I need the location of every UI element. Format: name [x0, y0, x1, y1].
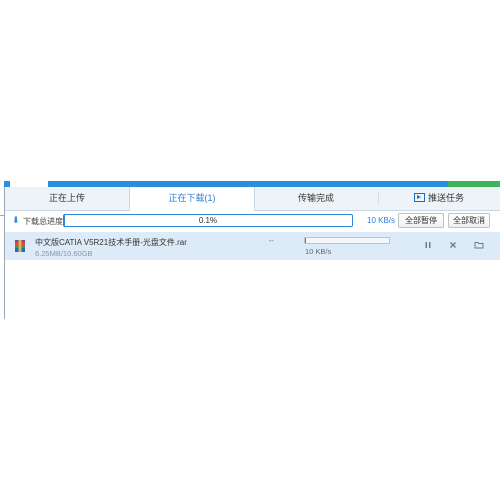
pause-all-button[interactable]: 全部暂停: [398, 213, 444, 228]
push-task-icon: [413, 193, 425, 203]
item-progress-bar: [304, 237, 390, 244]
download-list-item[interactable]: 中文版CATIA V5R21技术手册-光盘文件.rar 6.25MB/10.60…: [5, 232, 500, 260]
total-progress-percent: 0.1%: [198, 216, 218, 225]
close-icon[interactable]: [447, 239, 459, 251]
total-speed: 10 KB/s: [367, 216, 396, 225]
tab-push-task[interactable]: 推送任务: [378, 187, 500, 210]
total-progress-row: ⬇ 下载总进度 0.1% 10 KB/s 全部暂停 全部取消: [5, 211, 500, 231]
tab-push-task-label: 推送任务: [427, 193, 464, 203]
transfer-tab-bar: 正在上传 正在下载(1) 传输完成 推送任务: [5, 187, 500, 211]
left-frame-mark: [0, 215, 4, 222]
time-remaining: --: [269, 238, 274, 245]
download-arrow-icon: ⬇: [12, 215, 20, 225]
tab-downloading[interactable]: 正在下载(1): [129, 187, 255, 211]
tab-uploading[interactable]: 正在上传: [5, 187, 129, 210]
tab-uploading-label: 正在上传: [48, 193, 85, 203]
total-progress-bar: 0.1%: [63, 214, 353, 227]
file-name: 中文版CATIA V5R21技术手册-光盘文件.rar: [35, 238, 187, 247]
tab-completed-label: 传输完成: [297, 193, 334, 203]
cancel-all-button[interactable]: 全部取消: [448, 213, 490, 228]
rar-file-icon: [15, 240, 25, 252]
total-progress-label: 下载总进度: [23, 217, 63, 226]
folder-icon[interactable]: [473, 239, 485, 251]
tab-downloading-label: 正在下载(1): [168, 193, 216, 203]
pause-icon[interactable]: [422, 239, 434, 251]
file-size: 6.25MB/10.60GB: [35, 249, 93, 258]
item-speed: 10 KB/s: [305, 247, 332, 256]
tab-completed[interactable]: 传输完成: [254, 187, 378, 210]
